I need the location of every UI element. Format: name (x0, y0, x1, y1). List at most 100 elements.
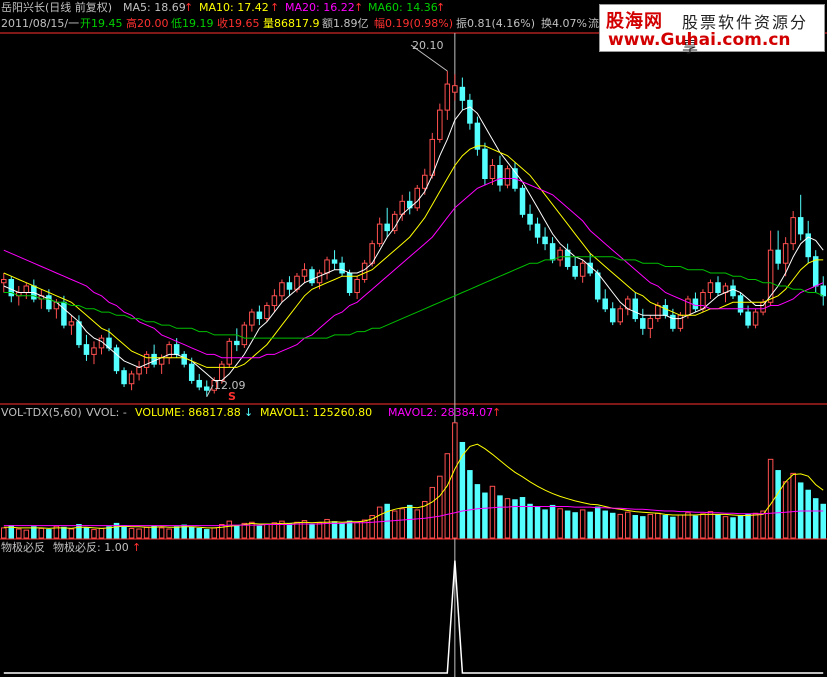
volume-bar (527, 503, 533, 539)
ma10-line (3, 145, 824, 368)
volume-bar (760, 510, 766, 539)
volume-bar (143, 526, 150, 539)
volume-bar (647, 513, 654, 539)
ma5-readout: MA5: 18.69 (123, 1, 186, 14)
candle-body (775, 249, 781, 264)
candle-body (83, 344, 90, 355)
volume-bar (61, 526, 67, 539)
candle-body (324, 259, 330, 274)
candle-body (384, 223, 390, 232)
guhai-watermark: 股海网 股票软件资源分享 www.Guhai.com.cn (599, 4, 825, 56)
candle-body (422, 174, 428, 189)
quote-high: 高20.00 (126, 17, 169, 30)
volume-bar (83, 527, 90, 539)
candle-body (737, 295, 744, 313)
candle-body (640, 318, 646, 329)
quote-amount: 额1.89亿 (322, 17, 369, 30)
candle-body (752, 311, 759, 326)
candle-body (527, 213, 533, 225)
candle-body (444, 83, 451, 111)
volume-bar (422, 500, 428, 539)
candle-body (662, 305, 669, 316)
candle-body (241, 324, 248, 346)
candle-body (459, 86, 466, 101)
candle-body (414, 187, 421, 209)
volume-bar (91, 529, 97, 539)
candle-body (376, 223, 383, 245)
volume-bar (820, 503, 826, 539)
volume-bar (767, 458, 774, 539)
volume-bar (730, 517, 736, 539)
candle-body (730, 285, 736, 297)
candle-body (482, 148, 488, 180)
candle-body (151, 353, 157, 365)
volume-bar (745, 513, 751, 539)
volume-bar (444, 453, 451, 539)
candle-body (715, 282, 721, 294)
volume-bar (346, 520, 353, 539)
candle-body (301, 269, 308, 277)
volume-bar (482, 492, 488, 539)
volume-bar (339, 522, 345, 539)
volume-bar (670, 516, 676, 539)
candle-body (745, 311, 751, 326)
volume-bar (136, 528, 142, 539)
volume-bar (542, 509, 548, 539)
volume-bar (31, 526, 37, 539)
quote-amplitude: 振0.81(4.16%) (456, 17, 536, 30)
candle-body (113, 347, 120, 372)
candle-body (647, 318, 654, 329)
volume-bar (722, 516, 729, 539)
volume-bar (775, 470, 781, 539)
volume-bar (354, 521, 360, 539)
quote-date: 2011/08/15/一 (1, 17, 80, 30)
candle-body (797, 217, 804, 235)
volume-bar (211, 527, 218, 539)
volume-bar (414, 509, 421, 539)
volume-bar (256, 525, 263, 539)
volume-bar (264, 524, 270, 539)
candle-body (136, 366, 142, 375)
candle-body (181, 353, 187, 365)
quote-volume: 量86817.9 (263, 17, 320, 30)
volume-bar (16, 528, 22, 539)
volume-bar (166, 528, 172, 539)
candle-body (249, 311, 255, 326)
volume-bar (459, 441, 466, 539)
volume-bar (715, 514, 721, 539)
ma20-up-arrow: ↑ (354, 1, 364, 14)
volume-bar (534, 506, 541, 539)
volume-bar (549, 504, 556, 539)
volume-bar (587, 511, 593, 539)
candle-body (121, 370, 127, 385)
candle-body (579, 262, 586, 277)
volume-bar (685, 512, 691, 539)
volume-bar (188, 526, 195, 539)
volume-bar (617, 513, 624, 539)
mavol2-readout: MAVOL2: 28384.07 (388, 406, 494, 419)
candle-body (219, 363, 225, 381)
volume-bar (655, 512, 661, 539)
candle-body (143, 353, 150, 368)
ma10-readout: MA10: 17.42 (199, 1, 269, 14)
candle-body (309, 269, 315, 284)
volume-bar (391, 510, 398, 539)
volume-bar (504, 498, 511, 539)
volume-bar (790, 472, 796, 539)
candle-body (226, 340, 233, 365)
candle-body (76, 321, 82, 346)
volume-readout: VOLUME: 86817.88 (135, 406, 241, 419)
candle-body (782, 243, 789, 264)
indicator-line (3, 560, 824, 674)
candle-body (437, 109, 443, 140)
candle-body (166, 344, 172, 359)
stock-chart-svg[interactable] (0, 0, 827, 677)
volume-down-arrow: ↓ (244, 406, 254, 419)
high-price-label: 20.10 (412, 39, 444, 52)
volume-bar (625, 511, 631, 539)
volume-bar (557, 508, 563, 539)
candle-body (46, 295, 52, 310)
candle-body (279, 282, 285, 297)
candle-body (564, 249, 571, 267)
volume-bar (151, 525, 157, 539)
